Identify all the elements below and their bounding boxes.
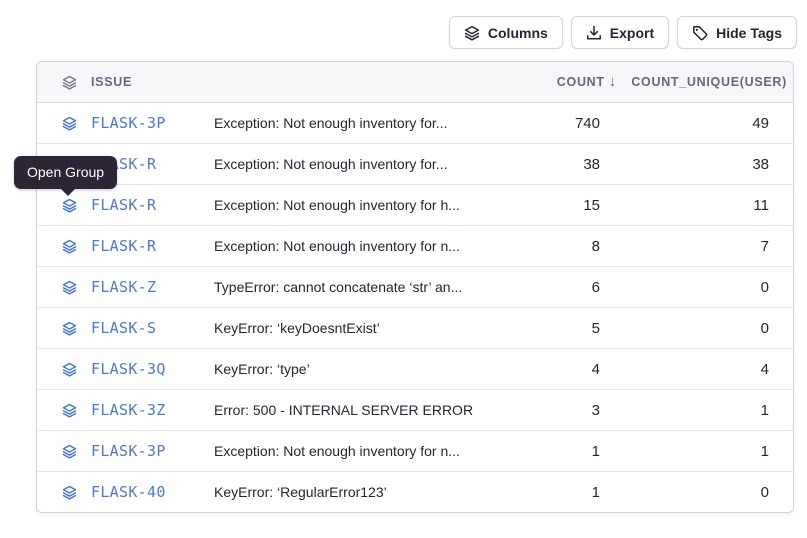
page: Columns Export Hide Tags ISSUE COUNT ↓ C… [0, 0, 807, 538]
issue-id: FLASK-Z [91, 278, 156, 296]
table-row: FLASK-S KeyError: ‘keyDoesntExist’ 5 0 [37, 307, 793, 348]
count-value: 15 [480, 185, 630, 225]
table-row: FLASK-Z TypeError: cannot concatenate ‘s… [37, 266, 793, 307]
issue-id: FLASK-3Q [91, 360, 166, 378]
issue-id: FLASK-40 [91, 483, 166, 501]
issue-link[interactable]: FLASK-S [37, 308, 214, 348]
count-unique-value: 7 [630, 226, 793, 266]
issue-title: KeyError: ‘RegularError123’ [214, 472, 480, 512]
issue-title: Exception: Not enough inventory for... [214, 103, 480, 143]
header-issue[interactable]: ISSUE [37, 62, 214, 102]
columns-button[interactable]: Columns [449, 16, 563, 49]
count-unique-value: 1 [630, 390, 793, 430]
table-row: FLASK-R Exception: Not enough inventory … [37, 184, 793, 225]
count-value: 1 [480, 472, 630, 512]
stack-icon [62, 239, 77, 254]
count-value: 5 [480, 308, 630, 348]
download-icon [586, 25, 602, 41]
table-body: FLASK-3P Exception: Not enough inventory… [37, 103, 793, 512]
table-row: FLASK-3Q KeyError: ‘type’ 4 4 [37, 348, 793, 389]
issue-title: Exception: Not enough inventory for... [214, 144, 480, 184]
count-unique-value: 38 [630, 144, 793, 184]
table-row: FLASK-3P Exception: Not enough inventory… [37, 103, 793, 143]
count-unique-value: 0 [630, 472, 793, 512]
count-value: 4 [480, 349, 630, 389]
issue-link[interactable]: FLASK-R [37, 226, 214, 266]
header-count-unique[interactable]: COUNT_UNIQUE(USER) [630, 62, 793, 102]
table-row: FLASK-R Exception: Not enough inventory … [37, 143, 793, 184]
issue-id: FLASK-R [91, 237, 156, 255]
count-unique-value: 0 [630, 267, 793, 307]
count-unique-value: 49 [630, 103, 793, 143]
issue-title: KeyError: ‘type’ [214, 349, 480, 389]
toolbar: Columns Export Hide Tags [449, 16, 797, 49]
count-value: 3 [480, 390, 630, 430]
stack-icon [62, 485, 77, 500]
stack-icon [62, 321, 77, 336]
issue-title: Exception: Not enough inventory for n... [214, 226, 480, 266]
count-value: 38 [480, 144, 630, 184]
issue-id: FLASK-3P [91, 442, 166, 460]
count-value: 1 [480, 431, 630, 471]
stack-icon [62, 198, 77, 213]
stack-icon [62, 362, 77, 377]
issue-title: Exception: Not enough inventory for n... [214, 431, 480, 471]
header-title-spacer [214, 62, 480, 102]
issue-id: FLASK-R [91, 196, 156, 214]
table-row: FLASK-40 KeyError: ‘RegularError123’ 1 0 [37, 471, 793, 512]
export-button-label: Export [610, 25, 654, 41]
stack-icon [62, 403, 77, 418]
issue-title: Error: 500 - INTERNAL SERVER ERROR [214, 390, 480, 430]
issue-link[interactable]: FLASK-3P [37, 103, 214, 143]
stack-icon [62, 75, 77, 90]
count-unique-value: 11 [630, 185, 793, 225]
stack-icon [62, 280, 77, 295]
open-group-tooltip: Open Group [14, 156, 117, 189]
issue-id: FLASK-S [91, 319, 156, 337]
count-unique-value: 4 [630, 349, 793, 389]
issue-title: TypeError: cannot concatenate ‘str’ an..… [214, 267, 480, 307]
table-row: FLASK-R Exception: Not enough inventory … [37, 225, 793, 266]
header-count[interactable]: COUNT ↓ [480, 62, 630, 102]
tooltip-caret [61, 189, 75, 196]
header-count-unique-label: COUNT_UNIQUE(USER) [631, 75, 787, 89]
sort-descending-icon: ↓ [609, 74, 616, 90]
tag-icon [692, 25, 708, 41]
header-issue-label: ISSUE [91, 75, 132, 89]
stack-icon [62, 444, 77, 459]
issues-table: ISSUE COUNT ↓ COUNT_UNIQUE(USER) FLASK-3… [36, 61, 794, 513]
table-header: ISSUE COUNT ↓ COUNT_UNIQUE(USER) [37, 62, 793, 103]
header-count-label: COUNT [557, 75, 605, 89]
issue-id: FLASK-3Z [91, 401, 166, 419]
count-value: 740 [480, 103, 630, 143]
hide-tags-button[interactable]: Hide Tags [677, 16, 797, 49]
count-value: 8 [480, 226, 630, 266]
export-button[interactable]: Export [571, 16, 669, 49]
stack-icon [464, 25, 480, 41]
issue-link[interactable]: FLASK-40 [37, 472, 214, 512]
table-row: FLASK-3Z Error: 500 - INTERNAL SERVER ER… [37, 389, 793, 430]
issue-link[interactable]: FLASK-3Z [37, 390, 214, 430]
count-unique-value: 0 [630, 308, 793, 348]
table-row: FLASK-3P Exception: Not enough inventory… [37, 430, 793, 471]
issue-link[interactable]: FLASK-3Q [37, 349, 214, 389]
count-value: 6 [480, 267, 630, 307]
issue-link[interactable]: FLASK-Z [37, 267, 214, 307]
issue-link[interactable]: FLASK-3P [37, 431, 214, 471]
issue-title: KeyError: ‘keyDoesntExist’ [214, 308, 480, 348]
hide-tags-button-label: Hide Tags [716, 25, 782, 41]
tooltip-label: Open Group [27, 164, 104, 180]
issue-id: FLASK-3P [91, 114, 166, 132]
columns-button-label: Columns [488, 25, 548, 41]
count-unique-value: 1 [630, 431, 793, 471]
issue-title: Exception: Not enough inventory for h... [214, 185, 480, 225]
stack-icon [62, 116, 77, 131]
